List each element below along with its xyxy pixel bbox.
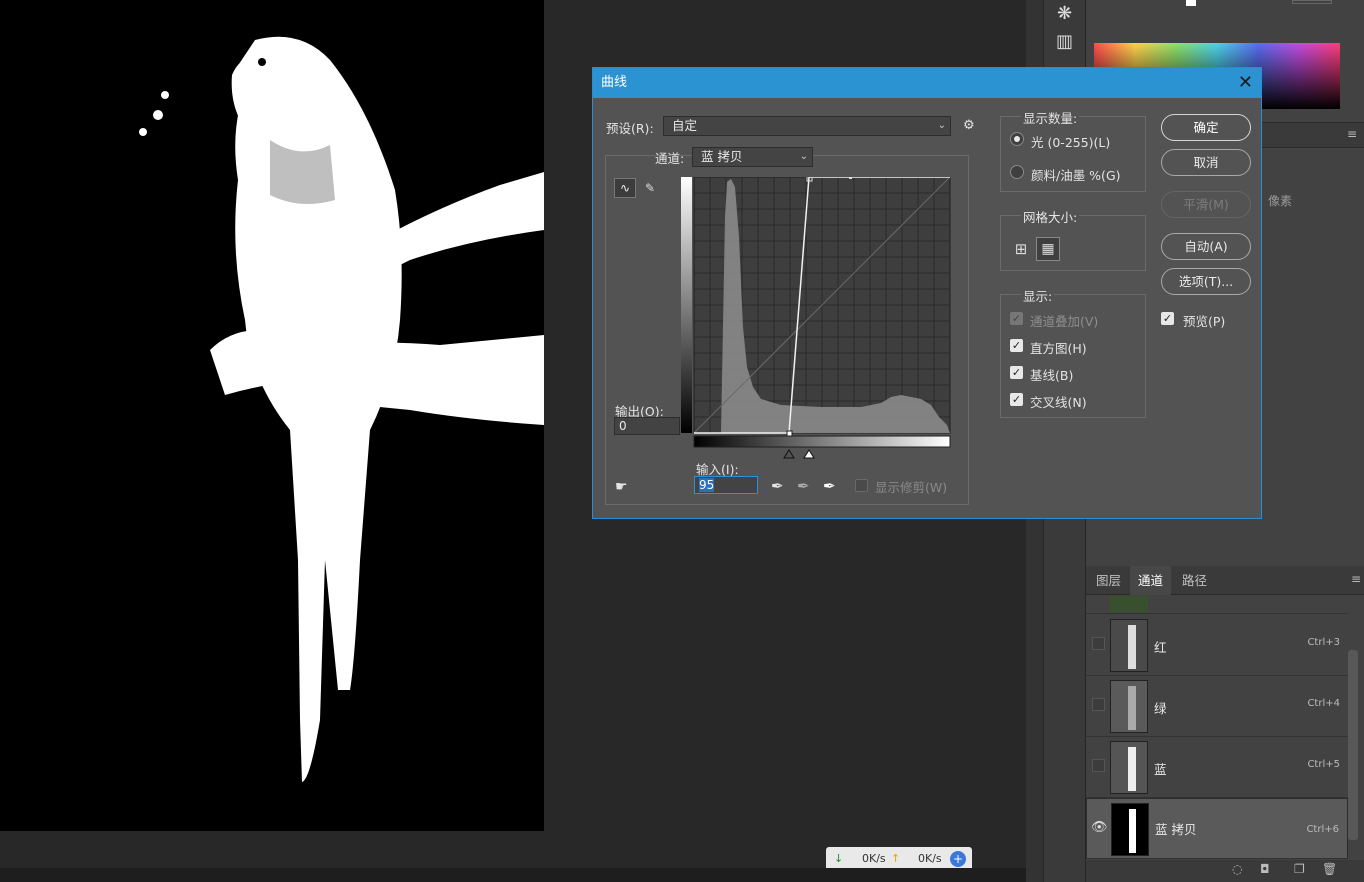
chevron-down-icon: ⌄ <box>799 151 808 162</box>
curve-point[interactable] <box>849 177 852 179</box>
trash-icon[interactable]: 🗑 <box>1322 862 1337 876</box>
detailed-grid-icon[interactable]: ▦ <box>1036 237 1060 261</box>
simple-grid-icon[interactable]: ⊞ <box>1010 238 1032 260</box>
show-clipping-checkbox[interactable] <box>855 479 868 492</box>
channel-select[interactable]: 蓝 拷贝 ⌄ <box>692 147 813 167</box>
close-icon[interactable]: ✕ <box>1238 68 1253 98</box>
black-eyedropper-icon[interactable]: ✒ <box>771 477 784 495</box>
channel-thumbnail <box>1111 803 1149 856</box>
light-radio[interactable] <box>1010 132 1024 146</box>
histogram-icon[interactable]: ▥ <box>1050 30 1080 54</box>
channels-tabbar: 图层 通道 路径 ≡ <box>1086 566 1364 595</box>
panel-menu-icon[interactable]: ≡ <box>1351 572 1361 586</box>
intersection-label: 交叉线(N) <box>1030 395 1087 410</box>
preset-select[interactable]: 自定 ⌄ <box>663 116 951 136</box>
channel-shortcut: Ctrl+5 <box>1307 759 1340 770</box>
pencil-icon[interactable]: ✎ <box>640 178 660 198</box>
channel-thumbnail <box>1110 680 1148 733</box>
baseline-label: 基线(B) <box>1030 368 1074 383</box>
tab-channels[interactable]: 通道 <box>1130 566 1172 595</box>
input-field[interactable]: 95 <box>694 476 758 494</box>
curve-tool-icon[interactable]: ∿ <box>614 178 636 198</box>
chevron-down-icon: ⌄ <box>937 120 946 131</box>
load-selection-icon[interactable]: ◌ <box>1232 862 1242 876</box>
color-value-box[interactable] <box>1292 0 1332 4</box>
output-field[interactable]: 0 <box>614 417 680 435</box>
ok-button[interactable]: 确定 <box>1161 114 1251 141</box>
channel-shortcut: Ctrl+4 <box>1307 698 1340 709</box>
baseline-checkbox[interactable]: ✓ <box>1010 366 1023 379</box>
composite-thumbnail <box>1110 596 1148 612</box>
new-channel-icon[interactable]: ❐ <box>1294 862 1305 876</box>
navigator-icon[interactable]: ❋ <box>1050 2 1080 26</box>
preview-checkbox[interactable]: ✓ <box>1161 312 1174 325</box>
dialog-title: 曲线 <box>601 75 628 90</box>
visibility-toggle[interactable] <box>1092 637 1105 650</box>
options-button[interactable]: 选项(T)... <box>1161 268 1251 295</box>
channel-name: 蓝 拷贝 <box>1155 822 1197 837</box>
eye-icon[interactable]: 👁 <box>1091 819 1108 837</box>
visibility-toggle[interactable] <box>1092 698 1105 711</box>
tab-paths[interactable]: 路径 <box>1174 566 1215 595</box>
mask-icon[interactable]: ◘ <box>1260 862 1270 876</box>
channel-name: 蓝 <box>1154 762 1167 777</box>
channel-name: 红 <box>1154 640 1167 655</box>
parrot-image <box>0 0 544 831</box>
channel-row-green[interactable]: 绿 Ctrl+4 <box>1086 676 1348 737</box>
channel-thumbnail <box>1110 619 1148 672</box>
show-clipping-label: 显示修剪(W) <box>875 480 948 495</box>
show-title: 显示: <box>1021 286 1055 305</box>
dialog-titlebar[interactable]: 曲线 ✕ <box>593 68 1261 98</box>
grid-size-title: 网格大小: <box>1021 207 1080 226</box>
gray-eyedropper-icon[interactable]: ✒ <box>797 477 810 495</box>
composite-row[interactable] <box>1086 596 1348 614</box>
preview-label: 预览(P) <box>1183 314 1226 329</box>
target-adjust-icon[interactable]: ☛ <box>615 479 628 495</box>
light-radio-label: 光 (0-255)(L) <box>1031 135 1111 150</box>
curve-graph[interactable] <box>681 177 951 463</box>
curve-point[interactable] <box>786 430 793 437</box>
preset-label: 预设(R): <box>606 121 654 136</box>
scrollbar[interactable] <box>1348 650 1358 840</box>
visibility-toggle[interactable] <box>1092 759 1105 772</box>
display-amount-title: 显示数量: <box>1021 108 1080 127</box>
gear-icon[interactable]: ⚙ <box>963 118 975 133</box>
channel-value: 蓝 拷贝 <box>701 149 743 164</box>
image-canvas[interactable] <box>0 0 544 831</box>
channel-shortcut: Ctrl+6 <box>1306 824 1339 835</box>
color-panel-top <box>1086 0 1364 36</box>
histogram-label: 直方图(H) <box>1030 341 1087 356</box>
pigment-radio[interactable] <box>1010 165 1024 179</box>
white-point-slider[interactable] <box>803 449 815 459</box>
cancel-button[interactable]: 取消 <box>1161 149 1251 176</box>
auto-button[interactable]: 自动(A) <box>1161 233 1251 260</box>
channel-label: 通道: <box>655 151 685 166</box>
channel-row-blue-copy[interactable]: 👁 蓝 拷贝 Ctrl+6 <box>1086 798 1348 859</box>
plus-icon[interactable]: + <box>950 851 966 867</box>
channel-thumbnail <box>1110 741 1148 794</box>
tab-layers[interactable]: 图层 <box>1088 566 1129 595</box>
histogram-checkbox[interactable]: ✓ <box>1010 339 1023 352</box>
pixel-label: 像素 <box>1268 194 1293 208</box>
channel-overlay-checkbox[interactable]: ✓ <box>1010 312 1023 325</box>
channel-row-blue[interactable]: 蓝 Ctrl+5 <box>1086 737 1348 798</box>
pigment-radio-label: 颜料/油墨 %(G) <box>1031 168 1121 183</box>
curves-dialog: 曲线 ✕ 预设(R): 自定 ⌄ ⚙ 通道: 蓝 拷贝 ⌄ ∿ ✎ 输出(O):… <box>592 67 1262 519</box>
input-value: 95 <box>699 478 715 492</box>
preset-value: 自定 <box>672 118 698 133</box>
channel-shortcut: Ctrl+3 <box>1307 637 1340 648</box>
channel-name: 绿 <box>1154 701 1167 716</box>
channels-footer: ◌ ◘ ❐ 🗑 <box>1086 860 1364 882</box>
menu-icon[interactable]: ≡ <box>1347 127 1357 141</box>
scroll-strip <box>0 868 1026 882</box>
channel-row-red[interactable]: 红 Ctrl+3 <box>1086 615 1348 676</box>
intersection-checkbox[interactable]: ✓ <box>1010 393 1023 406</box>
smooth-button[interactable]: 平滑(M) <box>1161 191 1251 218</box>
white-eyedropper-icon[interactable]: ✒ <box>823 477 836 495</box>
channel-overlay-label: 通道叠加(V) <box>1030 314 1099 329</box>
black-point-slider[interactable] <box>783 449 795 459</box>
color-slider-handle[interactable] <box>1186 0 1196 6</box>
